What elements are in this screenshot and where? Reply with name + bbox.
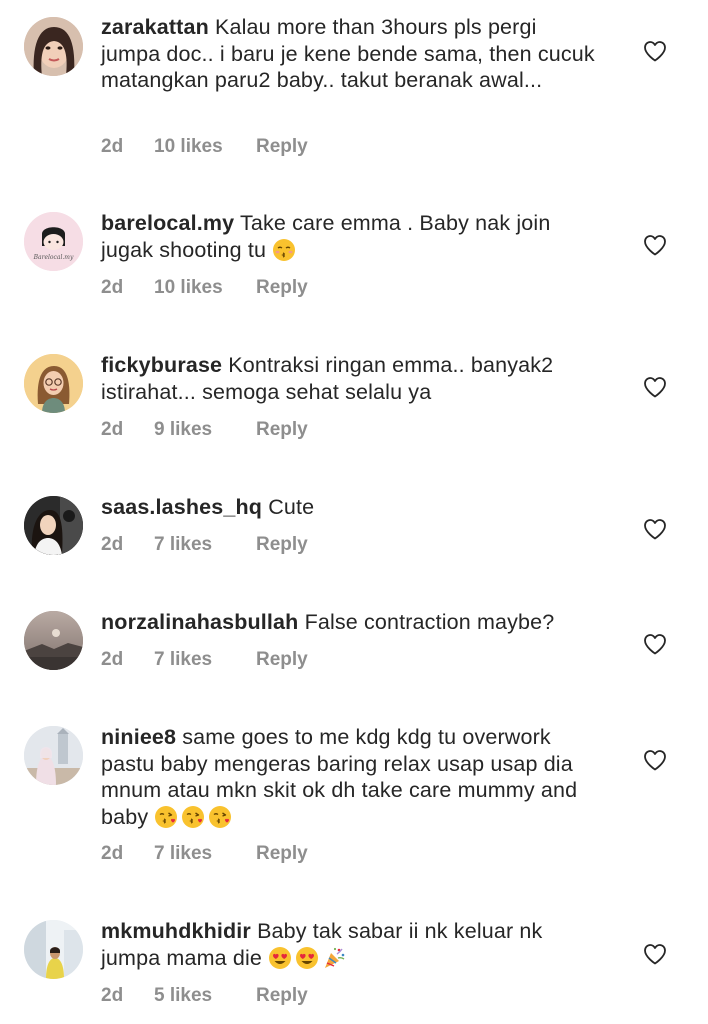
comment-username[interactable]: niniee8 (101, 725, 176, 749)
comment-time: 2d (101, 136, 124, 157)
comment-meta: 2d 7 likes Reply (101, 534, 308, 556)
reply-button[interactable]: Reply (256, 277, 308, 299)
reply-button[interactable]: Reply (256, 649, 308, 671)
comment-text: niniee8 same goes to me kdg kdg tu overw… (101, 724, 601, 830)
comment-item: zarakattan Kalau more than 3hours pls pe… (0, 0, 708, 190)
avatar[interactable] (24, 354, 83, 413)
avatar-logo-text: Barelocal.my (33, 254, 74, 261)
avatar[interactable]: Barelocal.my (24, 212, 83, 271)
reply-button[interactable]: Reply (256, 136, 308, 158)
reply-button[interactable]: Reply (256, 534, 308, 556)
avatar[interactable] (24, 17, 83, 76)
comment-likes[interactable]: 5 likes (154, 985, 256, 1007)
comment-text: zarakattan Kalau more than 3hours pls pe… (101, 14, 601, 94)
comment-likes[interactable]: 9 likes (154, 419, 256, 441)
comment-meta: 2d 9 likes Reply (101, 419, 308, 441)
comment-meta: 2d 7 likes Reply (101, 843, 308, 865)
reply-button[interactable]: Reply (256, 985, 308, 1007)
comment-time: 2d (101, 985, 124, 1006)
comment-time: 2d (101, 277, 124, 298)
comment-text: mkmuhdkhidir Baby tak sabar ii nk keluar… (101, 918, 601, 971)
kiss-face-emoji-icon (209, 805, 232, 828)
comment-meta: 2d 10 likes Reply (101, 277, 308, 299)
heart-eyes-emoji-icon (269, 946, 292, 969)
comment-text: fickyburase Kontraksi ringan emma.. bany… (101, 352, 601, 405)
heart-eyes-emoji-icon (296, 946, 319, 969)
like-heart-icon[interactable] (643, 376, 667, 398)
comment-likes[interactable]: 7 likes (154, 649, 256, 671)
comment-username[interactable]: saas.lashes_hq (101, 495, 262, 519)
comment-time: 2d (101, 843, 124, 864)
comment-username[interactable]: barelocal.my (101, 211, 234, 235)
avatar[interactable] (24, 611, 83, 670)
comment-item: mkmuhdkhidir Baby tak sabar ii nk keluar… (0, 898, 708, 1024)
comment-likes[interactable]: 7 likes (154, 843, 256, 865)
comment-likes[interactable]: 10 likes (154, 277, 256, 299)
like-heart-icon[interactable] (643, 518, 667, 540)
comment-likes[interactable]: 7 likes (154, 534, 256, 556)
comment-text: barelocal.my Take care emma . Baby nak j… (101, 210, 601, 263)
comment-item: saas.lashes_hq Cute 2d 7 likes Reply (0, 474, 708, 589)
comment-username[interactable]: mkmuhdkhidir (101, 919, 251, 943)
like-heart-icon[interactable] (643, 40, 667, 62)
kissing-face-emoji-icon (273, 238, 296, 261)
comment-likes[interactable]: 10 likes (154, 136, 256, 158)
comment-text: saas.lashes_hq Cute (101, 494, 601, 521)
comment-username[interactable]: fickyburase (101, 353, 222, 377)
comment-time: 2d (101, 534, 124, 555)
kiss-face-emoji-icon (155, 805, 178, 828)
comment-item: norzalinahasbullah False contraction may… (0, 589, 708, 704)
kiss-face-emoji-icon (182, 805, 205, 828)
reply-button[interactable]: Reply (256, 419, 308, 441)
comment-meta: 2d 10 likes Reply (101, 136, 308, 158)
avatar[interactable] (24, 496, 83, 555)
avatar[interactable] (24, 726, 83, 785)
like-heart-icon[interactable] (643, 633, 667, 655)
comment-item: niniee8 same goes to me kdg kdg tu overw… (0, 704, 708, 898)
like-heart-icon[interactable] (643, 943, 667, 965)
comment-meta: 2d 7 likes Reply (101, 649, 308, 671)
avatar[interactable] (24, 920, 83, 979)
comment-time: 2d (101, 419, 124, 440)
comment-username[interactable]: norzalinahasbullah (101, 610, 298, 634)
comment-time: 2d (101, 649, 124, 670)
comment-item: Barelocal.my barelocal.my Take care emma… (0, 190, 708, 332)
comment-item: fickyburase Kontraksi ringan emma.. bany… (0, 332, 708, 474)
reply-button[interactable]: Reply (256, 843, 308, 865)
comment-body: Cute (268, 495, 315, 519)
party-popper-emoji-icon (325, 947, 345, 968)
like-heart-icon[interactable] (643, 234, 667, 256)
like-heart-icon[interactable] (643, 749, 667, 771)
comment-body: False contraction maybe? (304, 610, 555, 634)
comment-meta: 2d 5 likes Reply (101, 985, 308, 1007)
comment-text: norzalinahasbullah False contraction may… (101, 609, 601, 636)
comment-username[interactable]: zarakattan (101, 15, 209, 39)
